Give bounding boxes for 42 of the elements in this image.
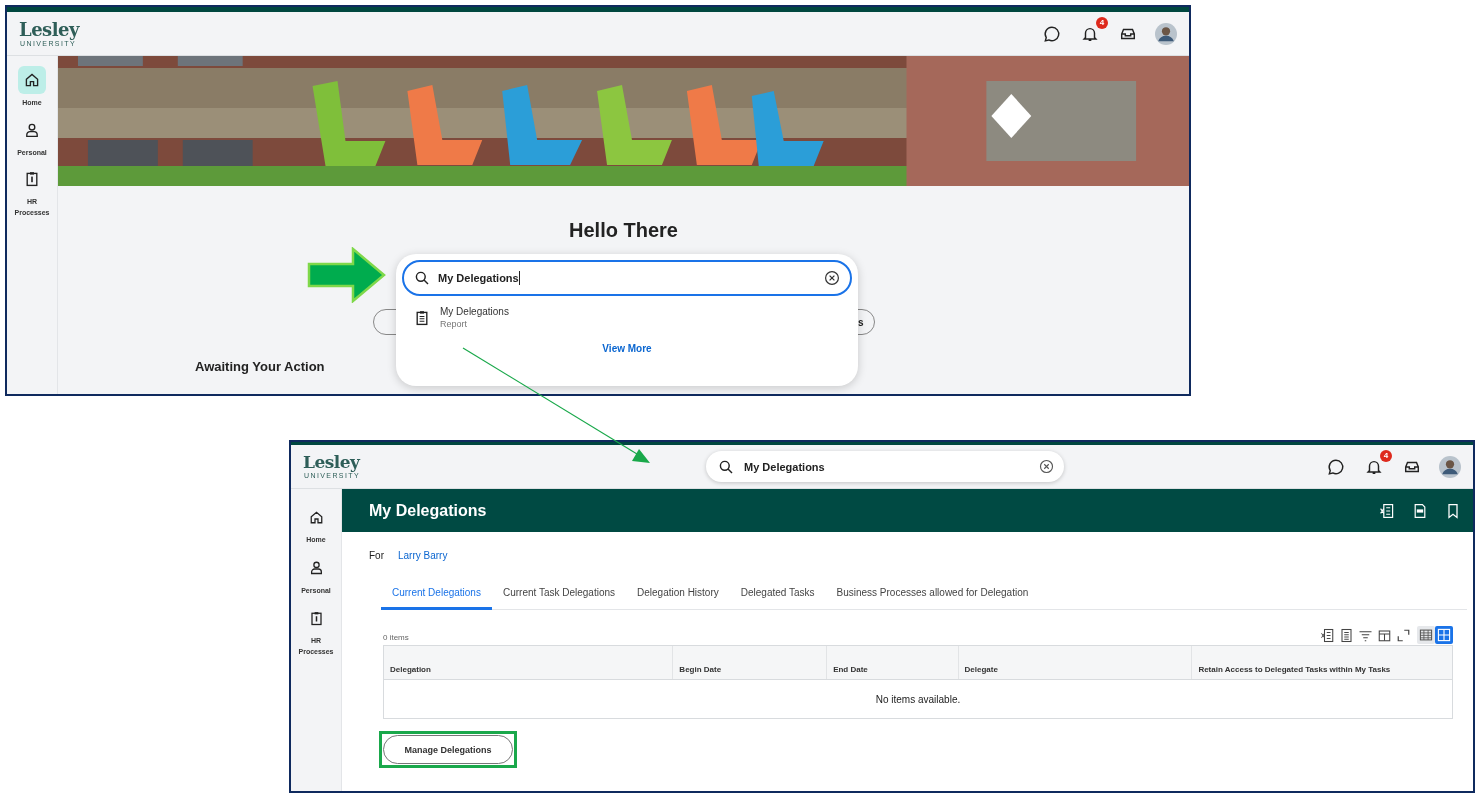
fullscreen-icon[interactable] [1396, 627, 1411, 643]
clear-icon[interactable] [1039, 459, 1054, 474]
clipboard-icon [414, 309, 430, 326]
tab[interactable]: Delegated Tasks [729, 581, 826, 610]
arrow-icon [307, 247, 387, 303]
tab[interactable]: Current Task Delegations [491, 581, 627, 610]
search-result[interactable]: My Delegations Report [402, 296, 852, 329]
field-label: For [369, 550, 384, 561]
search-field[interactable]: My Delegations [402, 260, 852, 296]
home-icon[interactable] [18, 66, 46, 94]
column-header: Retain Access to Delegated Tasks within My Tasks [1191, 646, 1452, 679]
excel-export-icon[interactable] [1379, 502, 1395, 519]
avatar[interactable] [1439, 455, 1461, 478]
excel-export-icon[interactable] [1320, 627, 1335, 643]
page-title: My Delegations [369, 501, 487, 520]
columns-icon[interactable] [1339, 627, 1354, 643]
greeting: Hello There [569, 219, 678, 242]
notification-badge: 4 [1096, 16, 1108, 29]
view-more-link[interactable]: View More [602, 343, 652, 354]
column-header: End Date [826, 646, 958, 679]
column-header: Begin Date [672, 646, 827, 679]
tab[interactable]: Delegation History [626, 581, 730, 610]
table-view-button[interactable] [1417, 626, 1435, 644]
worker-link[interactable]: Larry Barry [398, 550, 448, 561]
item-count: 0 items [383, 633, 409, 642]
manage-delegations-button[interactable]: Manage Delegations [383, 735, 513, 764]
section-heading: Awaiting Your Action [195, 359, 325, 374]
tab[interactable]: Current Delegations [381, 581, 492, 610]
avatar[interactable] [1155, 22, 1177, 45]
clear-icon[interactable] [824, 270, 840, 286]
search-field[interactable]: My Delegations [706, 451, 1064, 482]
search-icon [414, 270, 430, 286]
column-header: Delegate [957, 646, 1192, 679]
empty-message: No items available. [875, 693, 961, 705]
search-icon [718, 458, 734, 475]
tab[interactable]: Business Processes allowed for Delegation [825, 581, 1040, 610]
bookmark-icon[interactable] [1445, 502, 1461, 519]
layout-icon[interactable] [1377, 627, 1392, 643]
pdf-icon[interactable] [1412, 502, 1428, 519]
grid-view-button[interactable] [1435, 626, 1453, 644]
notification-badge: 4 [1380, 449, 1392, 462]
column-header: Delegation [389, 664, 432, 676]
